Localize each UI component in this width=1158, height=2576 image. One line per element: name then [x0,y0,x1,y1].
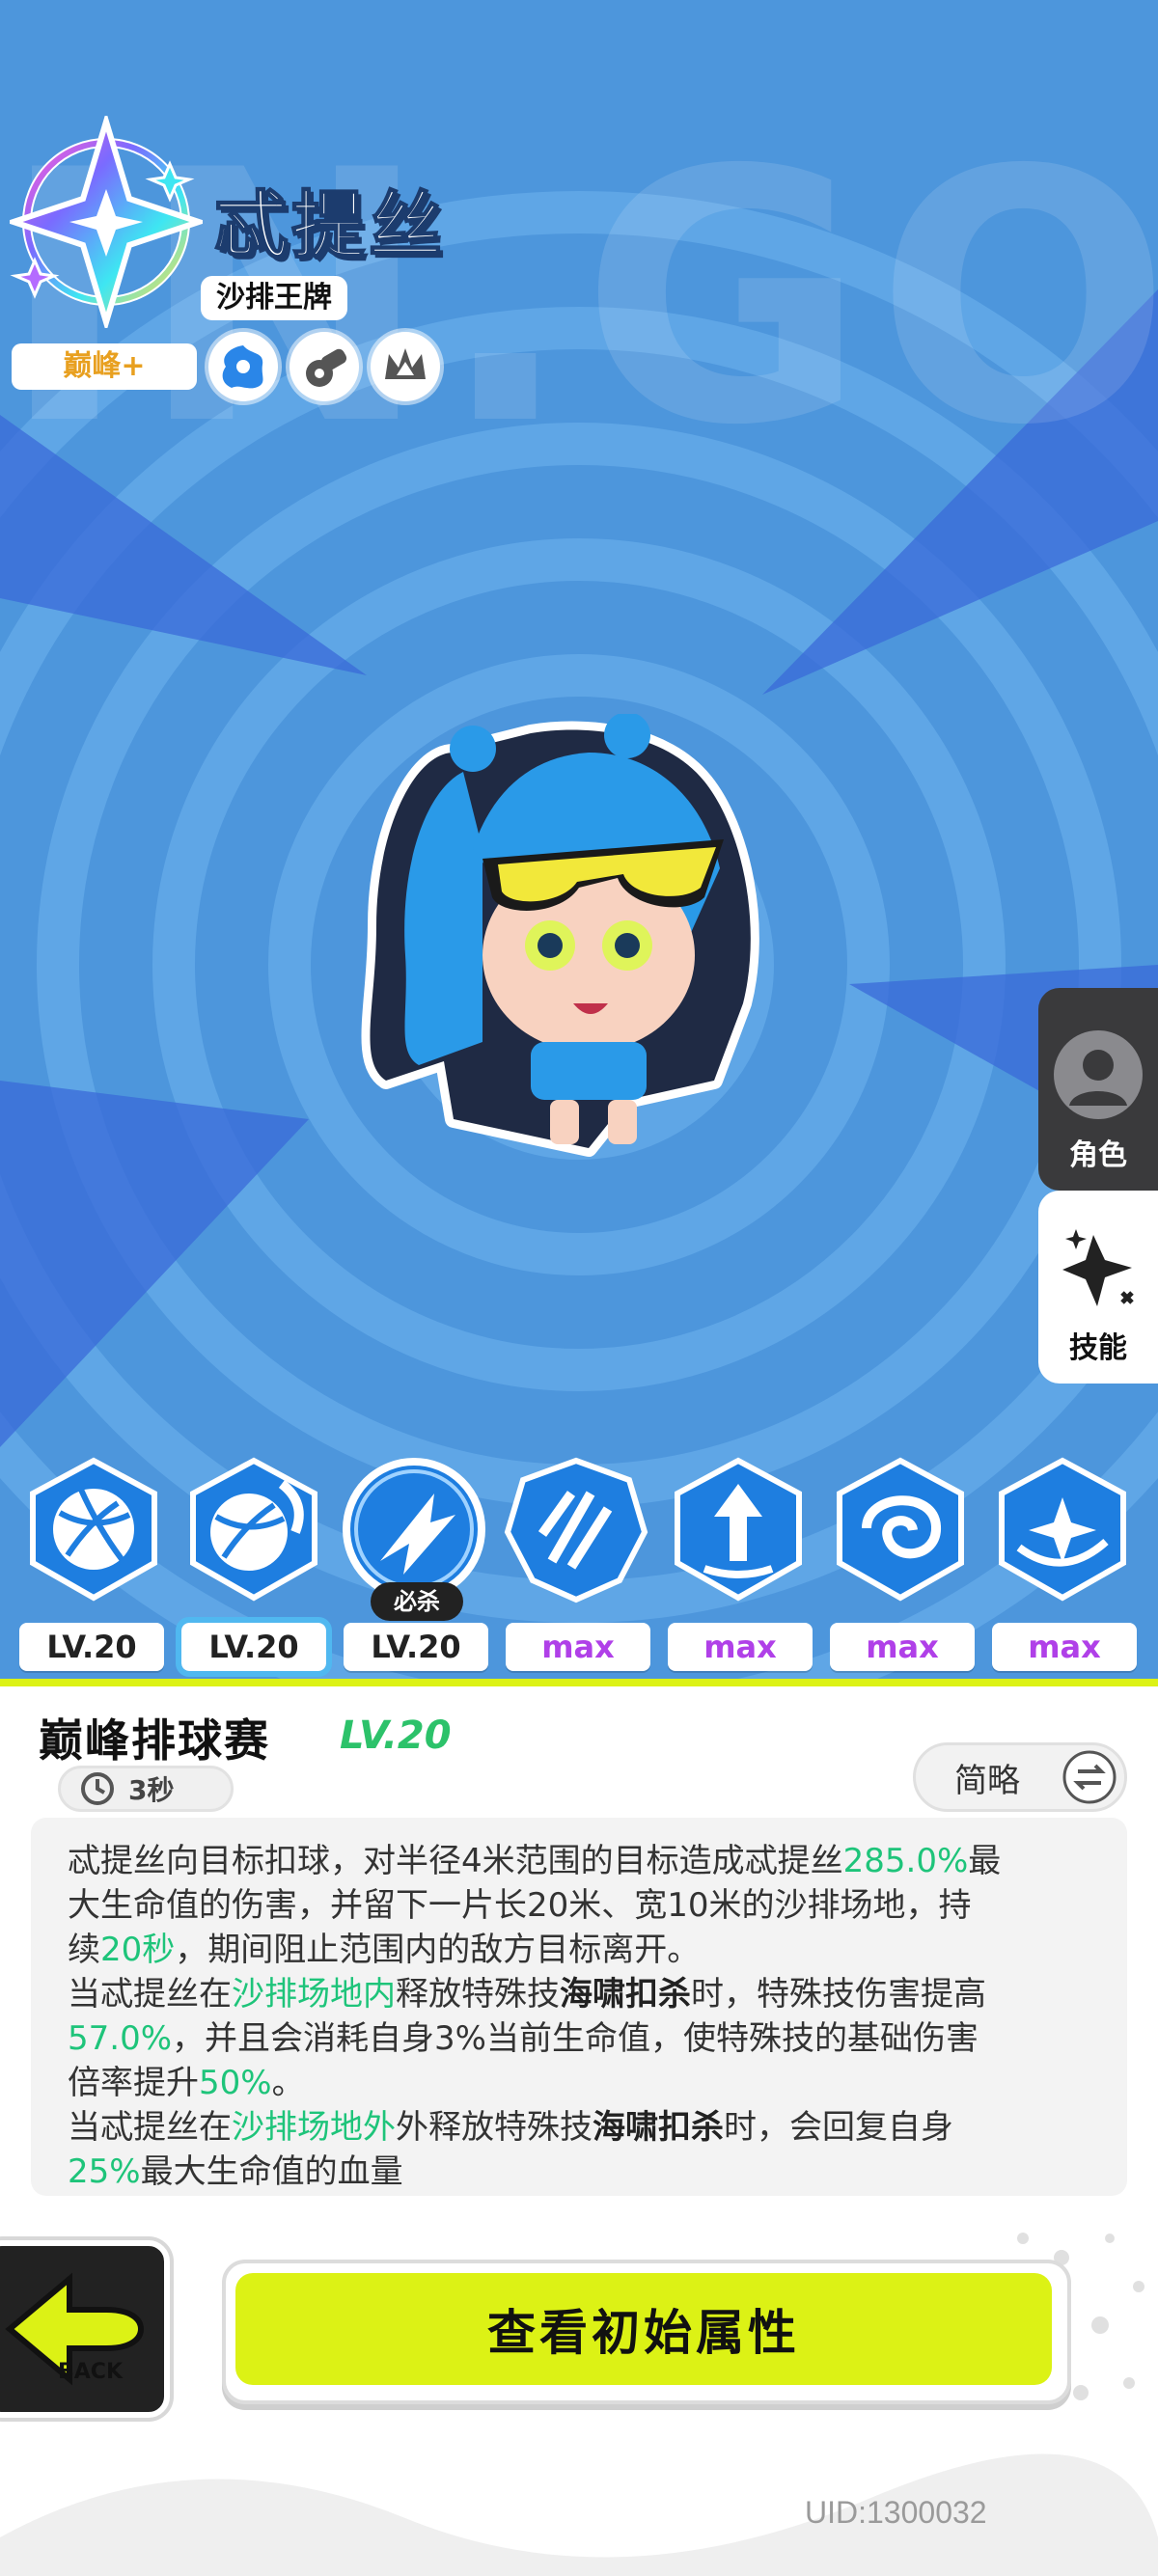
cooldown-pill: 3秒 [58,1766,234,1812]
tab-role[interactable]: 角色 [1038,988,1158,1191]
back-arrow-icon [5,2272,145,2386]
skill-level-badge[interactable]: LV.20 [176,1617,332,1677]
skill-level-badge[interactable]: max [830,1623,975,1671]
background-doodle [0,2453,1158,2576]
user-id: UID:1300032 [805,2495,987,2530]
volleyball-splash-icon[interactable] [181,1455,326,1604]
skill-description: 忒提丝向目标扣球，对半径4米范围的目标造成忒提丝285.0%最 大生命值的伤害，并… [31,1818,1127,2196]
skill-level-badge[interactable]: max [992,1623,1137,1671]
swap-icon [1062,1750,1117,1804]
back-button[interactable]: BACK [0,2240,170,2418]
tab-role-label: 角色 [1069,1138,1127,1172]
description-line: 57.0%，并且会消耗自身3%当前生命值，使特殊技的基础伤害 [68,2019,979,2058]
view-attributes-button[interactable]: 查看初始属性 [222,2260,1071,2404]
blue-splash-icon[interactable] [208,332,278,401]
description-line: 续20秒，期间阻止范围内的敌方目标离开。 [68,1931,701,1969]
brief-toggle-label: 简略 [954,1761,1020,1800]
tab-skill-label: 技能 [1069,1331,1127,1365]
skill-level-badge[interactable]: LV.20 [344,1623,488,1671]
view-attributes-label: 查看初始属性 [487,2305,800,2361]
description-line: 倍率提升50%。 [68,2064,305,2102]
tab-skill[interactable]: 技能 [1038,1191,1158,1384]
description-line: 当忒提丝在沙排场地外外释放特殊技海啸扣杀时，会回复自身 [68,2108,953,2147]
skill-name: 巅峰排球赛 [39,1714,270,1767]
character-sprite [361,714,759,1157]
description-line: 当忒提丝在沙排场地内释放特殊技海啸扣杀时，特殊技伤害提高 [68,1975,986,2014]
brief-toggle-button[interactable]: 简略 [913,1742,1127,1812]
sparkle-star-icon [1062,1229,1134,1306]
cannon-icon[interactable] [290,332,359,401]
burst-slash-icon[interactable] [504,1455,648,1604]
skill-level-badge[interactable]: max [506,1623,650,1671]
swirl-star-icon[interactable] [990,1455,1135,1604]
arrow-up-icon[interactable] [666,1455,811,1604]
description-line: 25%最大生命值的血量 [68,2152,403,2191]
ultimate-badge: 必杀 [371,1582,463,1621]
cooldown-text: 3秒 [128,1774,175,1806]
clock-icon [81,1772,114,1805]
rank-tag: 巅峰+ [12,343,197,390]
description-line: 大生命值的伤害，并留下一片长20米、宽10米的沙排场地，持 [68,1886,972,1925]
rainbow-star-emblem-icon [10,116,203,328]
character-name: 忒提丝 [213,181,446,269]
description-line: 忒提丝向目标扣球，对半径4米范围的目标造成忒提丝285.0%最 [68,1842,1002,1880]
avatar-icon [1054,1030,1143,1119]
skill-level: LV.20 [340,1713,452,1758]
skill-level-badge[interactable]: max [668,1623,813,1671]
vortex-icon[interactable] [828,1455,973,1604]
crown-burst-icon[interactable] [371,332,440,401]
back-label: BACK [58,2360,123,2384]
skill-level-badge[interactable]: LV.20 [19,1623,164,1671]
character-title: 沙排王牌 [201,276,347,320]
description-text: 忒提丝向目标扣球，对半径4米范围的目标造成忒提丝285.0%最 大生命值的伤害，并… [68,1839,1092,2194]
volleyball-icon[interactable] [21,1455,166,1604]
